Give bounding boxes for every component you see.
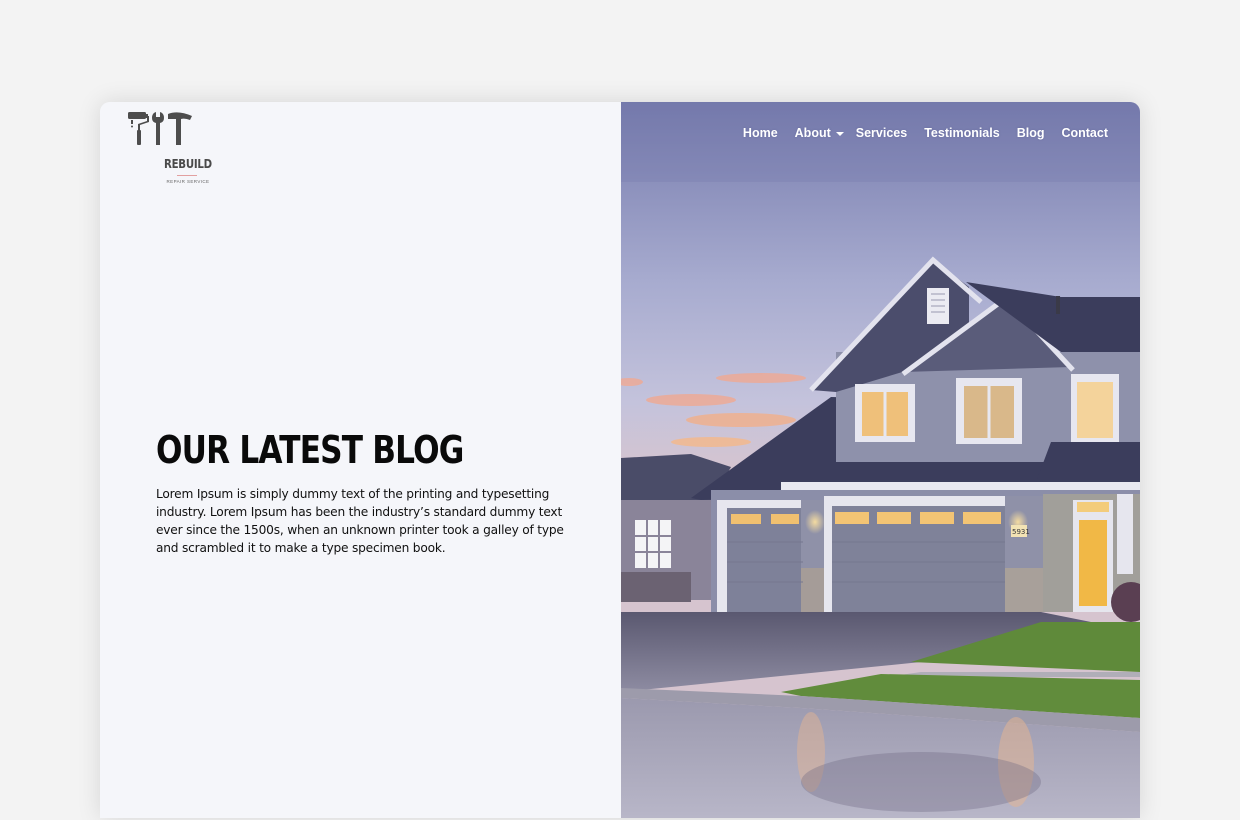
wrench-icon (152, 112, 164, 145)
nav-services[interactable]: Services (856, 126, 907, 140)
main-nav: Home About Services Testimonials Blog Co… (726, 126, 1108, 140)
nav-blog[interactable]: Blog (1017, 126, 1045, 140)
brand-logo[interactable]: REBUILD REPAIR SERVICE (126, 108, 212, 184)
nav-contact-label: Contact (1061, 126, 1108, 140)
upper-windows (855, 374, 1119, 444)
hero-description: Lorem Ipsum is simply dummy text of the … (156, 487, 564, 555)
hero-text-panel: REBUILD REPAIR SERVICE OUR LATEST BLOG L… (100, 102, 621, 818)
hammer-icon (168, 112, 192, 145)
nav-contact[interactable]: Contact (1061, 126, 1108, 140)
front-door (1079, 520, 1107, 606)
hero-image-panel: 5931 Home About Services Testimonials Bl… (621, 102, 1140, 818)
nav-blog-label: Blog (1016, 126, 1045, 140)
paint-roller-icon (128, 112, 149, 145)
house-photo: 5931 (621, 102, 1140, 818)
brand-divider (177, 175, 197, 176)
nav-home[interactable]: Home (743, 126, 778, 140)
page-title: OUR LATEST BLOG (156, 428, 464, 472)
tools-icon (128, 112, 192, 145)
nav-about[interactable]: About (795, 126, 844, 140)
hero-card: REBUILD REPAIR SERVICE OUR LATEST BLOG L… (100, 102, 1140, 818)
brand-tagline: REPAIR SERVICE (166, 179, 210, 184)
brand-name: REBUILD (164, 157, 212, 171)
nav-services-label: Services (855, 126, 908, 140)
nav-home-label: Home (742, 126, 778, 140)
caret-down-icon (835, 132, 844, 136)
house-number: 5931 (1012, 528, 1030, 536)
nav-testimonials-label: Testimonials (924, 126, 1000, 140)
nav-testimonials[interactable]: Testimonials (924, 126, 999, 140)
nav-about-label: About (794, 126, 831, 140)
